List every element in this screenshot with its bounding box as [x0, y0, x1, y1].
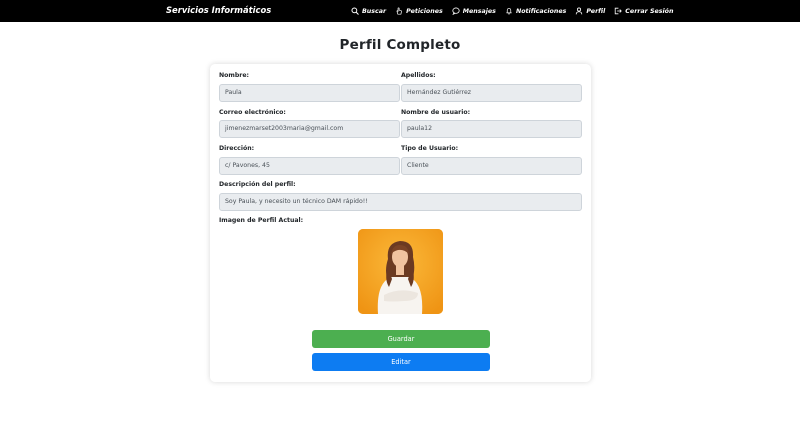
tipo-usuario-label: Tipo de Usuario:: [401, 145, 459, 152]
nav-item-label: Perfil: [586, 7, 606, 15]
user-icon: [575, 7, 583, 15]
direccion-label: Dirección:: [219, 145, 255, 152]
save-button[interactable]: Guardar: [312, 330, 490, 348]
descripcion-field[interactable]: Soy Paula, y necesito un técnico DAM ráp…: [219, 193, 582, 211]
tipo-usuario-field[interactable]: Cliente: [401, 157, 582, 175]
direccion-field[interactable]: c/ Pavones, 45: [219, 157, 400, 175]
nav-item-label: Cerrar Sesión: [625, 7, 674, 15]
profile-card: Nombre: Paula Apellidos: Hernández Gutié…: [210, 64, 591, 382]
imagen-label: Imagen de Perfil Actual:: [219, 217, 304, 224]
nav-item-peticiones[interactable]: Peticiones: [395, 7, 443, 15]
brand-logo[interactable]: Servicios Informáticos: [166, 5, 271, 15]
nav-links: Buscar Peticiones Mensajes Notificacione…: [351, 0, 673, 22]
nav-item-label: Notificaciones: [515, 7, 567, 15]
nav-item-label: Peticiones: [406, 7, 443, 15]
nav-item-mensajes[interactable]: Mensajes: [452, 7, 496, 15]
navbar: Servicios Informáticos Buscar Peticiones…: [0, 0, 800, 22]
descripcion-label: Descripción del perfil:: [219, 181, 296, 188]
edit-button[interactable]: Editar: [312, 353, 490, 371]
nav-item-cerrar-sesion[interactable]: Cerrar Sesión: [614, 7, 673, 15]
apellidos-field[interactable]: Hernández Gutiérrez: [401, 84, 582, 102]
correo-label: Correo electrónico:: [219, 109, 286, 116]
usuario-label: Nombre de usuario:: [401, 109, 471, 116]
username-field[interactable]: paula12: [401, 120, 582, 138]
nav-item-label: Mensajes: [462, 7, 496, 15]
nav-item-label: Buscar: [362, 7, 387, 15]
nav-item-buscar[interactable]: Buscar: [351, 7, 386, 15]
nav-item-notificaciones[interactable]: Notificaciones: [505, 7, 566, 15]
nombre-field[interactable]: Paula: [219, 84, 400, 102]
apellidos-label: Apellidos:: [401, 72, 436, 79]
nav-item-perfil[interactable]: Perfil: [575, 7, 605, 15]
search-icon: [351, 7, 359, 15]
bell-icon: [505, 7, 513, 15]
page-title: Perfil Completo: [339, 37, 461, 53]
hand-icon: [395, 7, 403, 15]
nombre-label: Nombre:: [219, 72, 250, 79]
chat-icon: [452, 7, 460, 15]
profile-photo: [358, 229, 443, 314]
logout-icon: [614, 7, 623, 15]
email-field[interactable]: jimenezmarset2003maria@gmail.com: [219, 120, 400, 138]
